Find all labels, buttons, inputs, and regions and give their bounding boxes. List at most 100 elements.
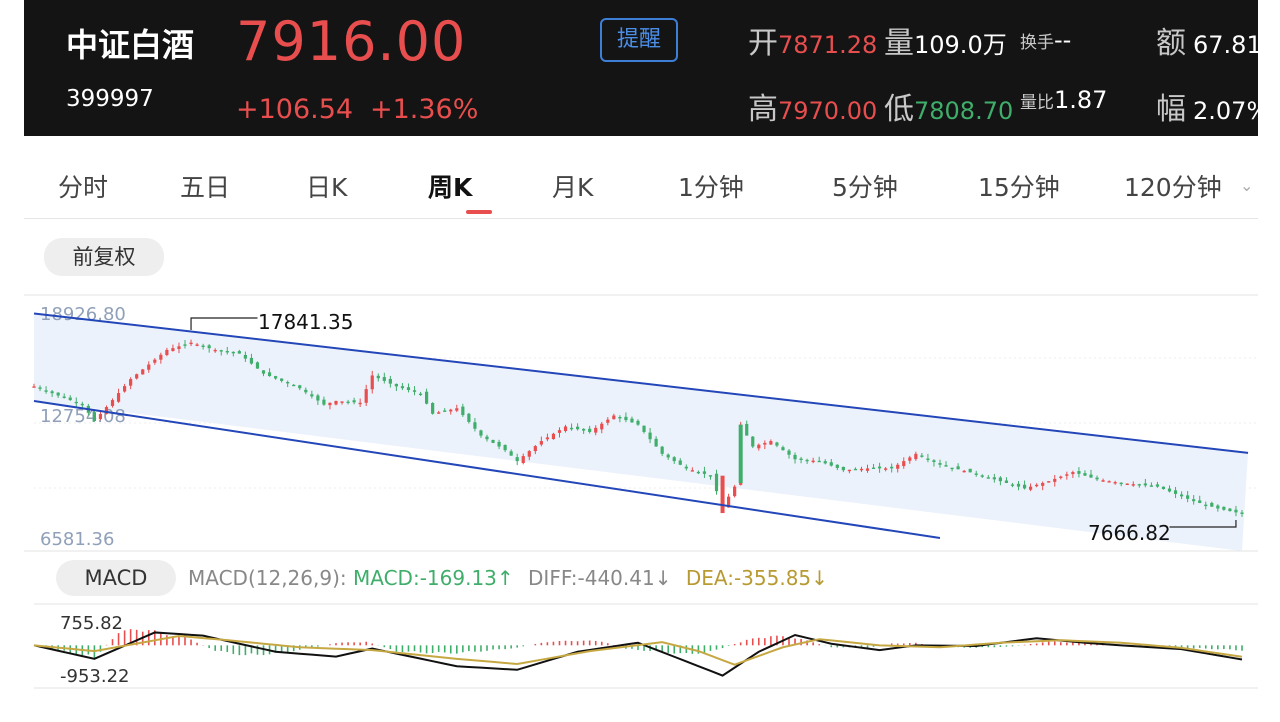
candle-body [141, 369, 145, 375]
volume-value: 109.0万 [914, 31, 1007, 59]
candle-body [1047, 481, 1051, 483]
candle-body [986, 477, 990, 479]
candle-body [521, 456, 525, 464]
vol-ratio-stat: 量比1.87 [1020, 86, 1107, 114]
candle-body [1053, 478, 1057, 482]
candle-body [62, 396, 66, 398]
candle-body [865, 468, 870, 471]
candle-body [890, 466, 894, 469]
tab-daily-k[interactable]: 日K [306, 168, 347, 204]
candle-body [660, 446, 664, 454]
candle-body [316, 395, 320, 401]
candle-body [104, 407, 109, 414]
candle-body [376, 375, 380, 379]
candle-body [968, 468, 972, 473]
candle-body [50, 391, 54, 394]
candle-body [153, 359, 157, 363]
candle-body [618, 416, 622, 419]
candle-body [817, 460, 821, 463]
adjust-button[interactable]: 前复权 [44, 238, 164, 276]
candle-body [714, 473, 719, 492]
candle-body [1149, 485, 1153, 487]
index-code: 399997 [66, 86, 154, 112]
tab-intraday[interactable]: 分时 [58, 168, 108, 204]
candle-body [400, 386, 405, 389]
channel-lower-line [33, 399, 941, 539]
candle-body [944, 465, 948, 467]
candle-body [159, 354, 163, 360]
candle-body [811, 460, 815, 463]
candle-body [1022, 484, 1027, 489]
candle-body [1240, 512, 1244, 514]
candle-body [926, 458, 930, 460]
candle-body [853, 468, 858, 471]
candle-body [189, 342, 193, 345]
candle-body [980, 475, 984, 477]
candle-body [527, 451, 531, 457]
candle-body [582, 428, 586, 431]
open-stat: 开7871.28 [748, 18, 877, 62]
candle-body [267, 372, 272, 377]
candle-body [739, 424, 743, 485]
candle-body [346, 401, 350, 404]
diff-arrow-icon: ↓ [654, 566, 672, 590]
candle-body [1222, 506, 1226, 510]
channel-fill [34, 313, 1249, 551]
candle-body [823, 461, 827, 464]
candle-body [950, 467, 954, 470]
candle-body [461, 406, 465, 416]
volume-label: 量 [884, 26, 914, 61]
open-label: 开 [748, 26, 778, 61]
candle-body [551, 433, 556, 440]
quote-header: 中证白酒 399997 7916.00 +106.54 +1.36% 提醒 开7… [24, 0, 1258, 136]
candle-body [884, 468, 888, 470]
candle-body [280, 378, 284, 381]
candle-body [74, 401, 78, 404]
amplitude-label: 幅 [1156, 92, 1186, 127]
chevron-down-icon[interactable]: ⌄ [1240, 176, 1253, 195]
candle-body [213, 349, 217, 352]
diff-line [33, 631, 1243, 677]
candle-body [116, 393, 121, 402]
candle-body [328, 402, 332, 406]
candle-body [666, 454, 670, 458]
candle-body [624, 416, 628, 421]
candle-body [38, 387, 42, 389]
candle-body [1228, 508, 1232, 512]
candle-body [1035, 484, 1039, 487]
candle-body [757, 444, 761, 449]
price-change: +106.54 [236, 94, 354, 125]
tab-five-day[interactable]: 五日 [180, 168, 230, 204]
candle-body [443, 410, 447, 412]
candle-body [479, 430, 483, 436]
tab-1min[interactable]: 1分钟 [678, 168, 744, 204]
candle-body [612, 415, 616, 420]
low-value: 7808.70 [914, 97, 1014, 125]
candle-body [588, 428, 592, 432]
macd-axis-label: 755.82 [60, 613, 123, 634]
candle-body [720, 475, 725, 514]
candle-body [775, 442, 779, 446]
tab-weekly-k[interactable]: 周K [428, 168, 472, 204]
remind-button[interactable]: 提醒 [600, 18, 678, 62]
tab-5min[interactable]: 5分钟 [832, 168, 898, 204]
tab-monthly-k[interactable]: 月K [552, 168, 593, 204]
candle-body [606, 419, 610, 423]
candle-body [799, 458, 803, 461]
tab-15min[interactable]: 15分钟 [978, 168, 1060, 204]
candle-body [708, 475, 713, 477]
candle-body [388, 378, 392, 384]
candle-body [998, 477, 1002, 482]
candle-body [1167, 488, 1172, 492]
tab-120min[interactable]: 120分钟 [1124, 168, 1222, 204]
turnover-label: 换手 [1020, 33, 1054, 53]
candle-body [237, 351, 241, 354]
candle-body [1077, 471, 1081, 474]
indicator-button[interactable]: MACD [56, 560, 176, 596]
candle-body [201, 345, 205, 348]
candle-body [1186, 495, 1190, 499]
macd-value: MACD:-169.13 [353, 566, 497, 590]
candle-body [545, 437, 549, 440]
amount-stat: 额 67.81 [1156, 18, 1258, 62]
candle-body [412, 390, 417, 392]
